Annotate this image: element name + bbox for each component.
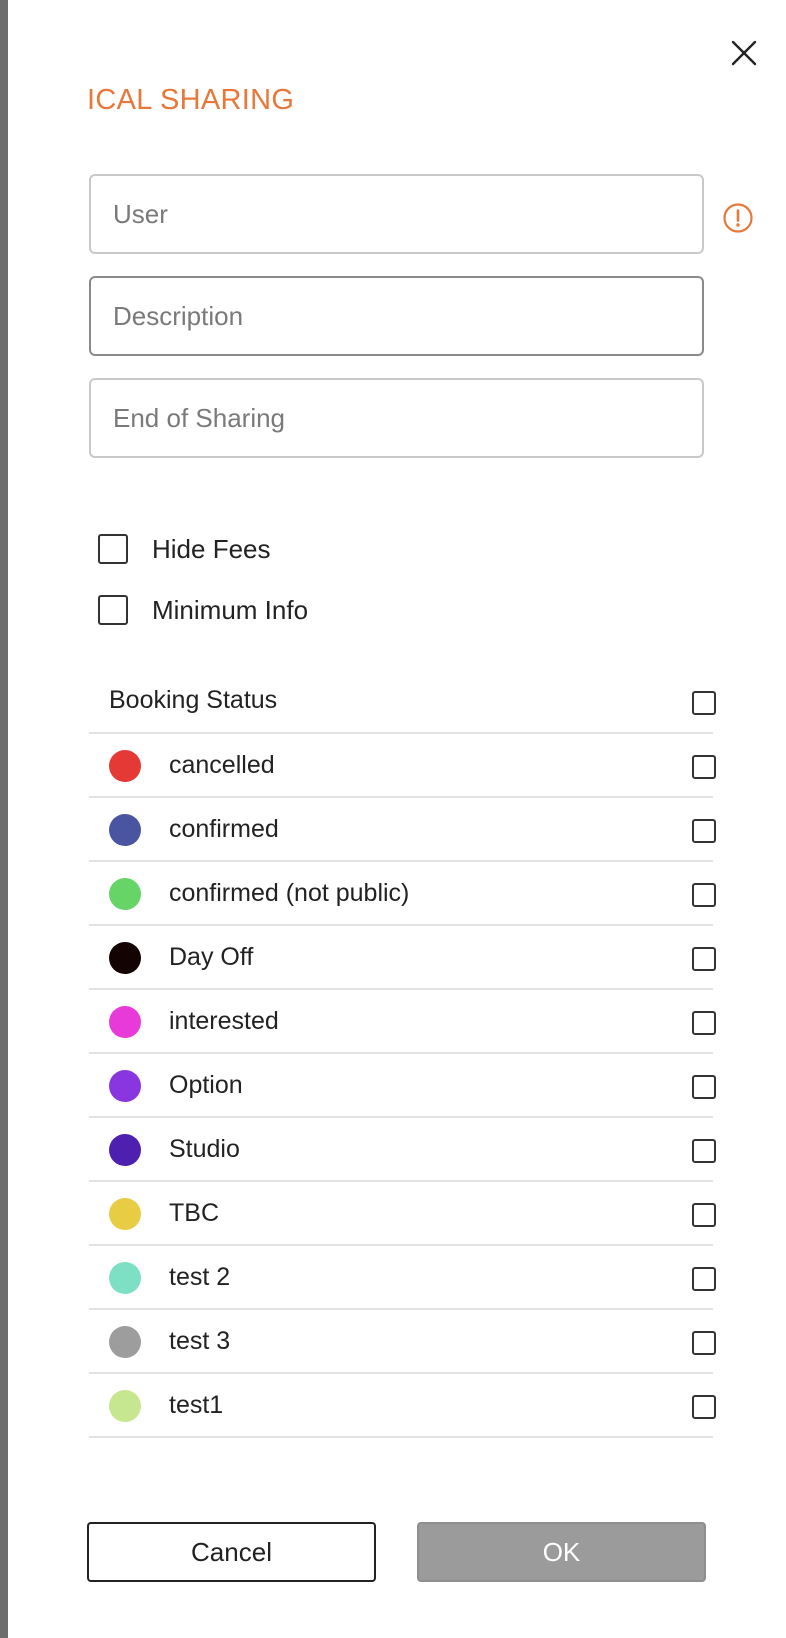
status-checkbox[interactable]: [692, 1395, 716, 1419]
status-row[interactable]: confirmed (not public): [89, 862, 716, 926]
description-input[interactable]: [113, 278, 683, 354]
booking-status-title: Booking Status: [109, 686, 278, 714]
status-label: Day Off: [169, 943, 254, 971]
status-checkbox[interactable]: [692, 883, 716, 907]
status-color-dot: [109, 1070, 141, 1102]
status-label: interested: [169, 1007, 279, 1035]
status-row[interactable]: interested: [89, 990, 716, 1054]
booking-status-list: Booking Status cancelled confirmed confirm…: [89, 670, 716, 1438]
close-icon: [731, 40, 757, 66]
minimum-info-label: Minimum Info: [152, 594, 309, 625]
status-label: cancelled: [169, 751, 275, 779]
user-field[interactable]: [89, 174, 704, 254]
close-button[interactable]: [724, 33, 764, 73]
status-label: TBC: [169, 1199, 219, 1227]
status-color-dot: [109, 1326, 141, 1358]
status-color-dot: [109, 1134, 141, 1166]
status-checkbox[interactable]: [692, 1267, 716, 1291]
status-row[interactable]: cancelled: [89, 734, 716, 798]
status-checkbox[interactable]: [692, 819, 716, 843]
hide-fees-option[interactable]: Hide Fees: [98, 531, 271, 567]
status-color-dot: [109, 1198, 141, 1230]
status-checkbox[interactable]: [692, 1331, 716, 1355]
status-row[interactable]: Option: [89, 1054, 716, 1118]
booking-status-header: Booking Status: [89, 670, 716, 734]
dialog-title: ICAL SHARING: [87, 84, 295, 116]
hide-fees-checkbox[interactable]: [98, 534, 128, 564]
status-label: Option: [169, 1071, 243, 1099]
status-row[interactable]: TBC: [89, 1182, 716, 1246]
booking-status-items: cancelled confirmed confirmed (not public)…: [89, 734, 716, 1438]
cancel-button[interactable]: Cancel: [87, 1522, 376, 1582]
status-color-dot: [109, 1006, 141, 1038]
status-row[interactable]: Studio: [89, 1118, 716, 1182]
status-color-dot: [109, 750, 141, 782]
end-of-sharing-field[interactable]: [89, 378, 704, 458]
status-label: test1: [169, 1391, 224, 1419]
status-row[interactable]: test1: [89, 1374, 716, 1438]
status-checkbox[interactable]: [692, 1075, 716, 1099]
booking-status-select-all-checkbox[interactable]: [692, 691, 716, 715]
ical-sharing-dialog: ICAL SHARING Hide Fees Minimum Info Book…: [8, 0, 786, 1638]
user-input[interactable]: [113, 176, 683, 252]
status-label: test 2: [169, 1263, 231, 1291]
status-color-dot: [109, 878, 141, 910]
ok-button[interactable]: OK: [417, 1522, 706, 1582]
status-row[interactable]: Day Off: [89, 926, 716, 990]
minimum-info-checkbox[interactable]: [98, 595, 128, 625]
status-color-dot: [109, 1262, 141, 1294]
status-row[interactable]: test 2: [89, 1246, 716, 1310]
status-label: Studio: [169, 1135, 240, 1163]
alert-circle-icon[interactable]: [722, 202, 754, 234]
background-overlay-edge: [0, 0, 8, 1638]
description-field[interactable]: [89, 276, 704, 356]
status-checkbox[interactable]: [692, 1139, 716, 1163]
status-color-dot: [109, 942, 141, 974]
status-label: confirmed (not public): [169, 879, 410, 907]
end-of-sharing-input[interactable]: [113, 380, 683, 456]
minimum-info-option[interactable]: Minimum Info: [98, 592, 308, 628]
status-checkbox[interactable]: [692, 755, 716, 779]
status-label: confirmed: [169, 815, 279, 843]
status-row[interactable]: confirmed: [89, 798, 716, 862]
hide-fees-label: Hide Fees: [152, 533, 271, 564]
status-color-dot: [109, 814, 141, 846]
status-checkbox[interactable]: [692, 1203, 716, 1227]
status-label: test 3: [169, 1327, 231, 1355]
status-checkbox[interactable]: [692, 947, 716, 971]
status-row[interactable]: test 3: [89, 1310, 716, 1374]
status-color-dot: [109, 1390, 141, 1422]
status-checkbox[interactable]: [692, 1011, 716, 1035]
